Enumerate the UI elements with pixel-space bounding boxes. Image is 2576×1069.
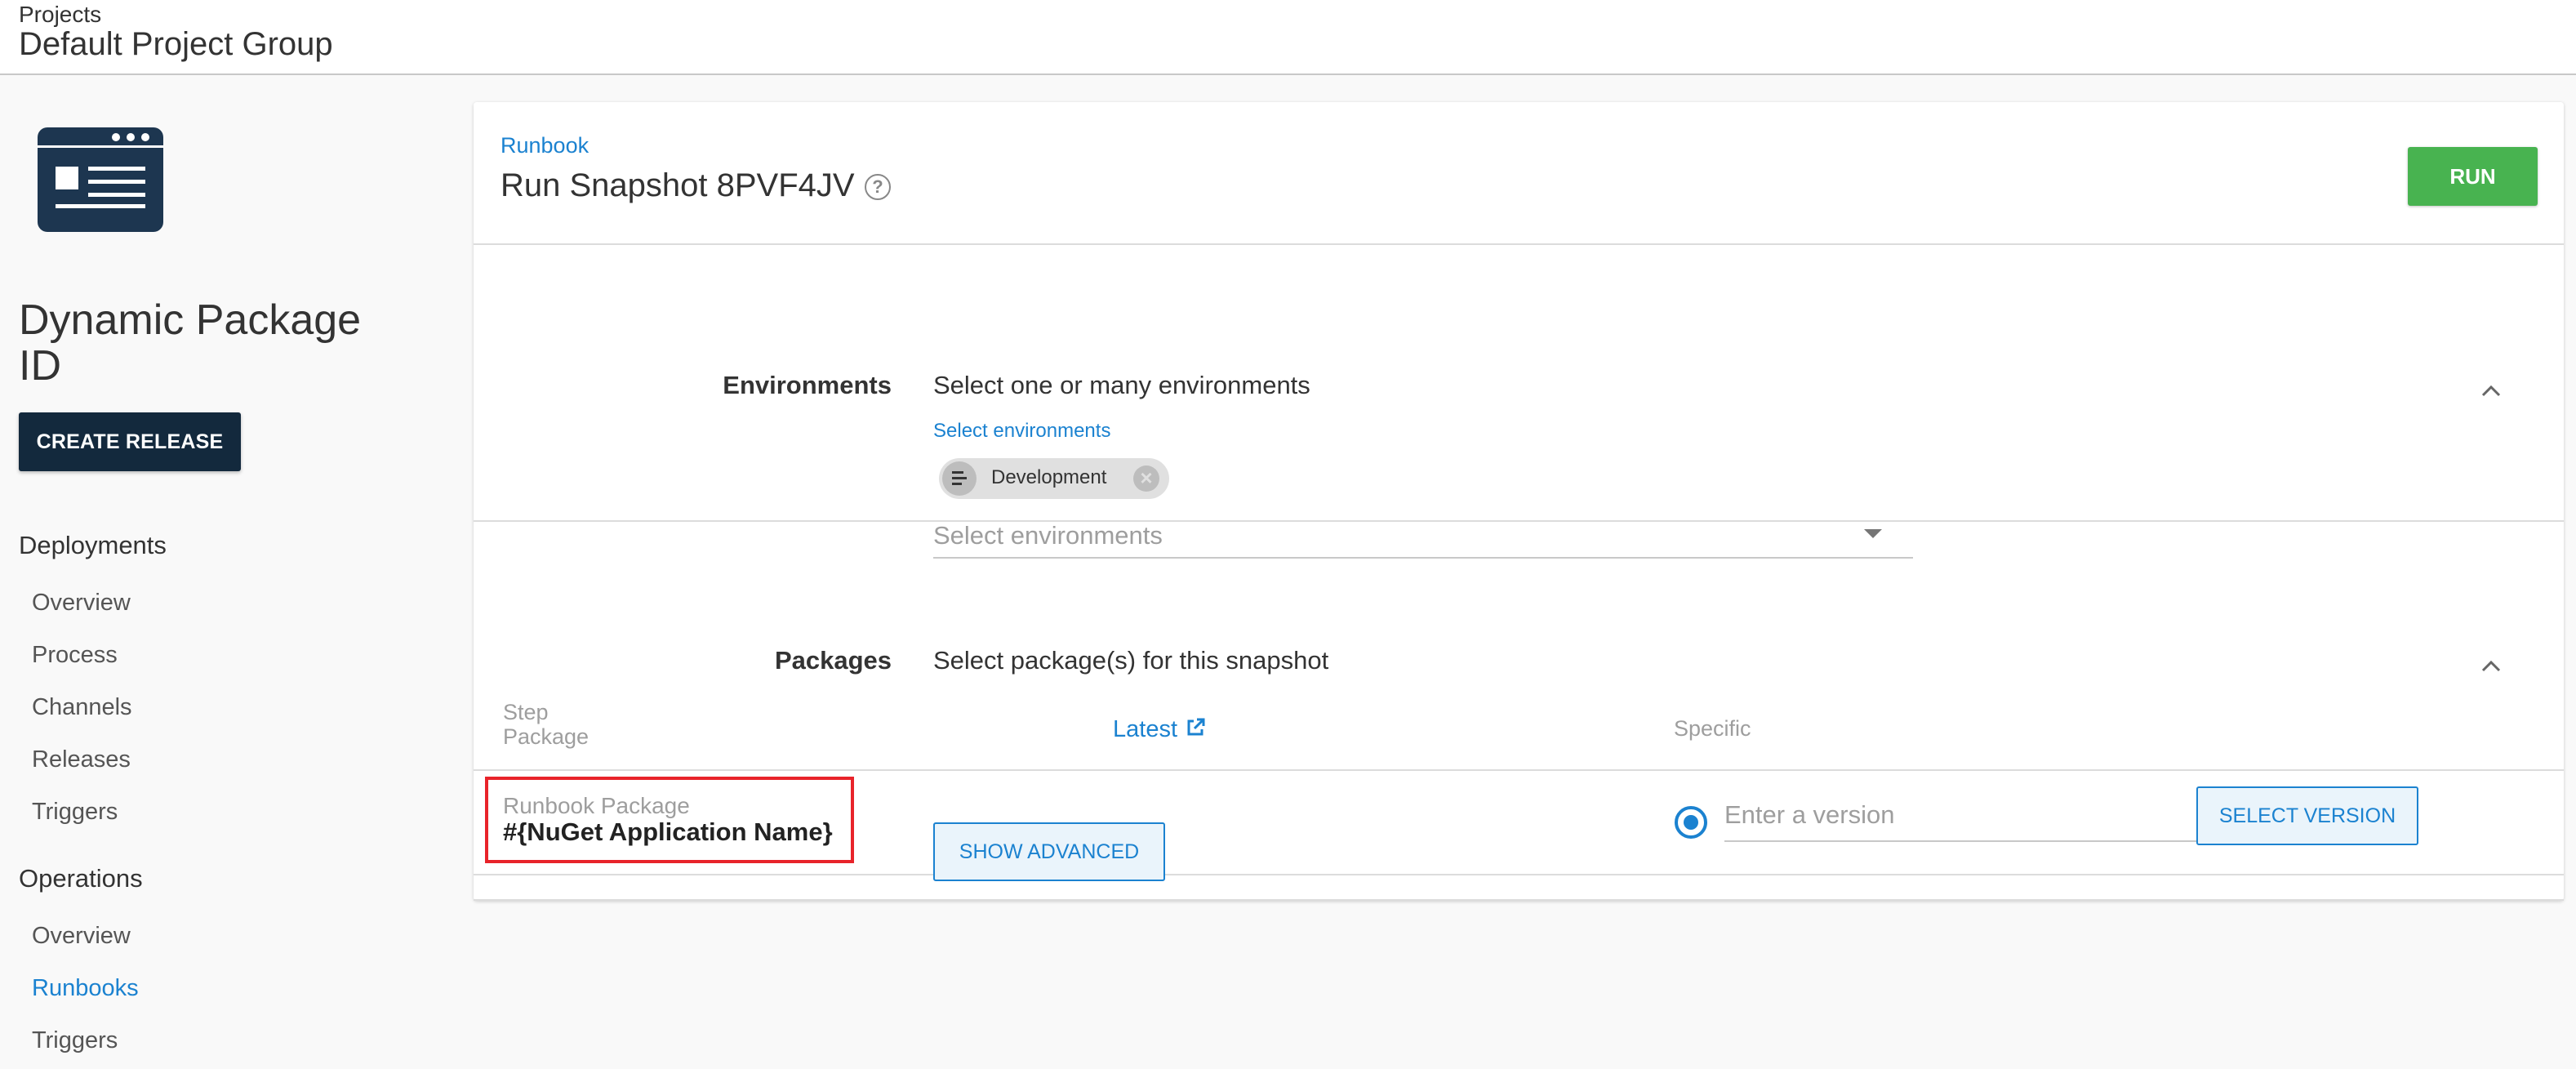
divider (474, 899, 2564, 901)
snapshot-title: Run Snapshot 8PVF4JV (501, 167, 855, 203)
environments-label: Environments (723, 371, 892, 399)
nav-heading-operations: Operations (19, 864, 143, 893)
chevron-up-icon[interactable] (2476, 376, 2506, 405)
specific-version-radio[interactable] (1675, 806, 1707, 839)
runbook-link[interactable]: Runbook (501, 133, 589, 158)
question-circle-icon[interactable]: ? (865, 174, 891, 200)
version-input[interactable] (1724, 790, 2196, 842)
run-snapshot-card: Runbook Run Snapshot 8PVF4JV ? RUN Envir… (474, 102, 2564, 901)
column-step: Step (503, 700, 549, 724)
sidebar-item-deployments-triggers[interactable]: Triggers (32, 799, 118, 826)
select-version-button[interactable]: SELECT VERSION (2196, 786, 2418, 845)
environment-chip-label: Development (991, 466, 1107, 488)
run-button[interactable]: RUN (2408, 147, 2538, 206)
card-header: Runbook Run Snapshot 8PVF4JV ? RUN (474, 102, 2564, 245)
environments-description: Select one or many environments (933, 371, 1310, 399)
package-step-name: Runbook Package (503, 793, 690, 818)
environments-section: Environments Select one or many environm… (474, 247, 2564, 559)
column-latest-link[interactable]: Latest (1113, 716, 1207, 743)
sidebar-item-runbooks[interactable]: Runbooks (32, 975, 139, 1002)
breadcrumb[interactable]: Projects (19, 2, 101, 28)
page-title: Default Project Group (19, 26, 333, 62)
environment-chip: Development × (939, 458, 1169, 499)
packages-label: Packages (774, 646, 892, 675)
sidebar-item-process[interactable]: Process (32, 642, 118, 669)
sidebar-item-operations-overview[interactable]: Overview (32, 923, 131, 950)
sidebar-item-operations-triggers[interactable]: Triggers (32, 1027, 118, 1054)
select-environments-label: Select environments (933, 420, 1111, 442)
project-name: Dynamic Package ID (19, 296, 362, 390)
external-link-icon (1187, 718, 1205, 736)
column-latest-label: Latest (1113, 716, 1177, 742)
close-icon[interactable]: × (1133, 465, 1159, 492)
show-advanced-button[interactable]: SHOW ADVANCED (933, 822, 1165, 881)
top-header: Projects Default Project Group (0, 0, 2576, 75)
divider (474, 769, 2564, 771)
nav-heading-deployments: Deployments (19, 531, 167, 559)
environment-icon (942, 461, 977, 496)
create-release-button[interactable]: CREATE RELEASE (19, 412, 241, 471)
sidebar-item-channels[interactable]: Channels (32, 694, 132, 721)
sidebar-item-deployments-overview[interactable]: Overview (32, 590, 131, 617)
column-package: Package (503, 724, 589, 749)
project-logo-icon (38, 127, 163, 232)
package-id: #{NuGet Application Name} (503, 817, 833, 846)
packages-section: Packages Select package(s) for this snap… (474, 523, 2564, 901)
sidebar-item-releases[interactable]: Releases (32, 746, 131, 773)
packages-description: Select package(s) for this snapshot (933, 646, 1329, 675)
divider (474, 874, 2564, 875)
chevron-up-icon[interactable] (2476, 651, 2506, 680)
column-specific: Specific (1674, 716, 1751, 741)
